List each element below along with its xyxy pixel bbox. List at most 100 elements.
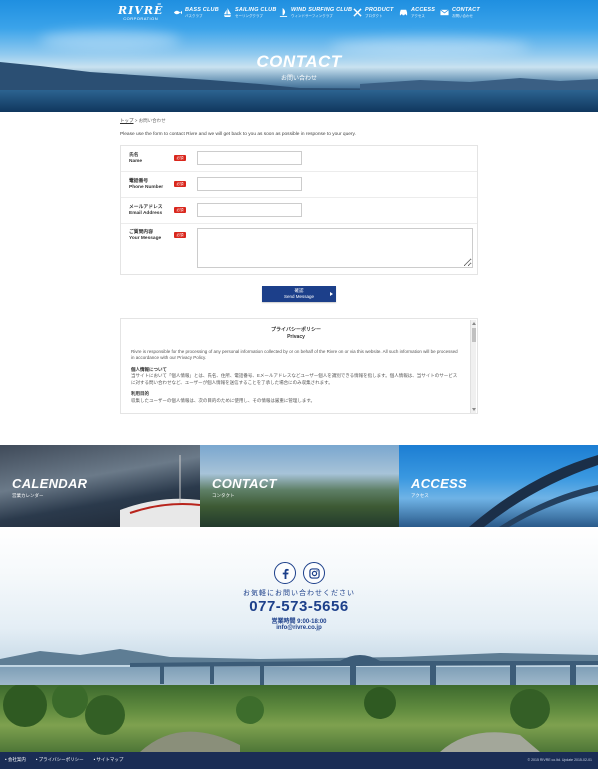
- submit-label-jp: 確認: [294, 288, 304, 293]
- privacy-title-en: Privacy: [287, 334, 305, 341]
- contact-phone[interactable]: 077-573-5656: [0, 598, 598, 615]
- form-row-message: ご質問内容 Your Message 必須: [121, 224, 477, 274]
- top-navigation: RIVRĒ CORPORATION BASS CLUB バスクラブ SAILING…: [0, 0, 598, 26]
- nav-contact[interactable]: CONTACT お問い合わせ: [440, 7, 480, 18]
- tile-title-en: CALENDAR: [12, 476, 88, 491]
- car-icon: [399, 9, 408, 17]
- tile-title-en: ACCESS: [411, 476, 467, 491]
- tile-calendar[interactable]: CALENDAR 営業カレンダー: [0, 445, 200, 527]
- tools-icon: [353, 8, 362, 17]
- submit-label-en: Send Message: [283, 293, 315, 299]
- required-badge: 必須: [174, 155, 186, 161]
- privacy-title-jp: プライバシーポリシー: [271, 327, 321, 333]
- nav-label-en: SAILING CLUB: [235, 7, 277, 13]
- lake-bridge: [130, 655, 598, 687]
- privacy-content: プライバシーポリシー Privacy Rivre is responsible …: [131, 327, 461, 409]
- arrow-right-icon: [330, 292, 333, 296]
- footer-scene: お気軽にお問い合わせください 077-573-5656 営業時間 9:00-18…: [0, 527, 598, 752]
- footer-bar: • 会社案内 • プライバシーポリシー • サイトマップ © 2015 RIVR…: [0, 752, 598, 769]
- nav-label-en: WIND SURFING CLUB: [291, 7, 353, 13]
- scroll-up-icon[interactable]: [472, 322, 476, 325]
- windsurf-icon: [279, 8, 288, 17]
- nav-label-en: ACCESS: [411, 7, 436, 13]
- cloud: [40, 30, 180, 50]
- facebook-icon: [282, 568, 289, 579]
- breadcrumb-home-link[interactable]: トップ: [120, 118, 134, 123]
- footer-link-company[interactable]: • 会社案内: [5, 757, 26, 763]
- boat-image: [120, 455, 200, 527]
- required-badge: 必須: [174, 232, 186, 238]
- sailboat-icon: [223, 8, 232, 17]
- field-label: 電話番号 Phone Number: [129, 179, 164, 190]
- fish-icon: [173, 10, 182, 15]
- nav-wind-surfing-club[interactable]: WIND SURFING CLUB ウィンドサーフィンクラブ: [279, 7, 353, 18]
- tile-title-jp: アクセス: [411, 493, 429, 498]
- copyright: © 2015 RIVRE co.ltd. Update 2015-02-01: [527, 758, 592, 762]
- hero-title-jp: お問い合わせ: [280, 76, 317, 82]
- form-row-email: メールアドレス Email Address 必須: [121, 198, 477, 224]
- tile-title-jp: 営業カレンダー: [12, 493, 44, 498]
- required-badge: 必須: [174, 181, 186, 187]
- trees-foliage: [3, 682, 550, 752]
- nav-product[interactable]: PRODUCT プロダクト: [353, 7, 394, 18]
- field-label: 氏名 Name: [129, 153, 143, 164]
- scroll-thumb[interactable]: [472, 328, 476, 342]
- nav-label-en: BASS CLUB: [185, 7, 219, 13]
- nav-sailing-club[interactable]: SAILING CLUB セーリングクラブ: [223, 7, 277, 18]
- lake-water: [0, 90, 598, 112]
- feature-tiles: CALENDAR 営業カレンダー CONTACT コンタクト ACCESS アク…: [0, 445, 598, 527]
- contact-email[interactable]: info@rivre.co.jp: [0, 625, 598, 631]
- nav-bass-club[interactable]: BASS CLUB バスクラブ: [173, 7, 219, 18]
- tile-title-jp: コンタクト: [212, 493, 235, 498]
- breadcrumb-current: お問い合わせ: [138, 118, 166, 123]
- instagram-icon: [308, 567, 320, 579]
- privacy-paragraph: 収集したユーザーの個人情報は、次の目的のために使用し、その情報は厳重に管理します…: [131, 397, 315, 403]
- footer-link-privacy[interactable]: • プライバシーポリシー: [36, 757, 84, 763]
- breadcrumb-separator: >: [134, 118, 138, 123]
- send-message-button[interactable]: 確認 Send Message: [262, 286, 336, 302]
- breadcrumb: トップ > お問い合わせ: [120, 118, 166, 124]
- instagram-button[interactable]: [303, 562, 325, 584]
- nav-label-jp: お問い合わせ: [452, 13, 473, 18]
- nav-label-en: CONTACT: [452, 7, 480, 13]
- form-row-name: 氏名 Name 必須: [121, 146, 477, 172]
- mail-icon: [440, 9, 449, 16]
- message-field[interactable]: [197, 228, 473, 268]
- logo-text: RIVRĒ: [118, 4, 164, 17]
- privacy-scrollbar[interactable]: [470, 320, 476, 413]
- tile-title-en: CONTACT: [212, 476, 277, 491]
- tile-access[interactable]: ACCESS アクセス: [399, 445, 598, 527]
- form-row-phone: 電話番号 Phone Number 必須: [121, 172, 477, 198]
- footer-ground: [0, 682, 598, 752]
- logo-subtext: CORPORATION: [123, 16, 159, 21]
- rivre-logo[interactable]: RIVRĒ CORPORATION: [118, 5, 163, 21]
- intro-text: Please use the form to contact Rivre and…: [120, 132, 356, 137]
- privacy-policy-box[interactable]: プライバシーポリシー Privacy Rivre is responsible …: [120, 318, 478, 414]
- hero-banner: RIVRĒ CORPORATION BASS CLUB バスクラブ SAILING…: [0, 0, 598, 112]
- footer-link-sitemap[interactable]: • サイトマップ: [94, 757, 124, 763]
- scroll-down-icon[interactable]: [472, 408, 476, 411]
- field-label: ご質問内容 Your Message: [129, 230, 162, 241]
- privacy-intro: Rivre is responsible for the processing …: [131, 348, 458, 361]
- hero-title: CONTACT お問い合わせ: [0, 53, 598, 82]
- nav-label-jp: アクセス: [411, 13, 425, 18]
- nav-label-en: PRODUCT: [365, 7, 394, 13]
- nav-label-jp: バスクラブ: [185, 13, 203, 18]
- required-badge: 必須: [174, 207, 186, 213]
- privacy-paragraph: 当サイトにおいて「個人情報」とは、氏名、住所、電話番号、Eメールアドレスなどユー…: [131, 373, 458, 385]
- nav-access[interactable]: ACCESS アクセス: [399, 7, 436, 18]
- facebook-button[interactable]: [274, 562, 296, 584]
- name-field[interactable]: [197, 151, 302, 165]
- nav-label-jp: プロダクト: [365, 13, 383, 18]
- tile-contact[interactable]: CONTACT コンタクト: [200, 445, 399, 527]
- phone-field[interactable]: [197, 177, 302, 191]
- contact-form: 氏名 Name 必須 電話番号 Phone Number 必須 メールアドレス Ema…: [120, 145, 478, 275]
- contact-invite: お気軽にお問い合わせください: [243, 590, 355, 597]
- field-label: メールアドレス Email Address: [129, 205, 163, 216]
- hero-title-en: CONTACT: [256, 52, 342, 71]
- business-hours: 営業時間 9:00-18:00: [271, 619, 327, 625]
- nav-label-jp: セーリングクラブ: [235, 13, 263, 18]
- nav-label-jp: ウィンドサーフィンクラブ: [291, 13, 333, 18]
- footer-links: • 会社案内 • プライバシーポリシー • サイトマップ: [5, 757, 133, 763]
- email-field[interactable]: [197, 203, 302, 217]
